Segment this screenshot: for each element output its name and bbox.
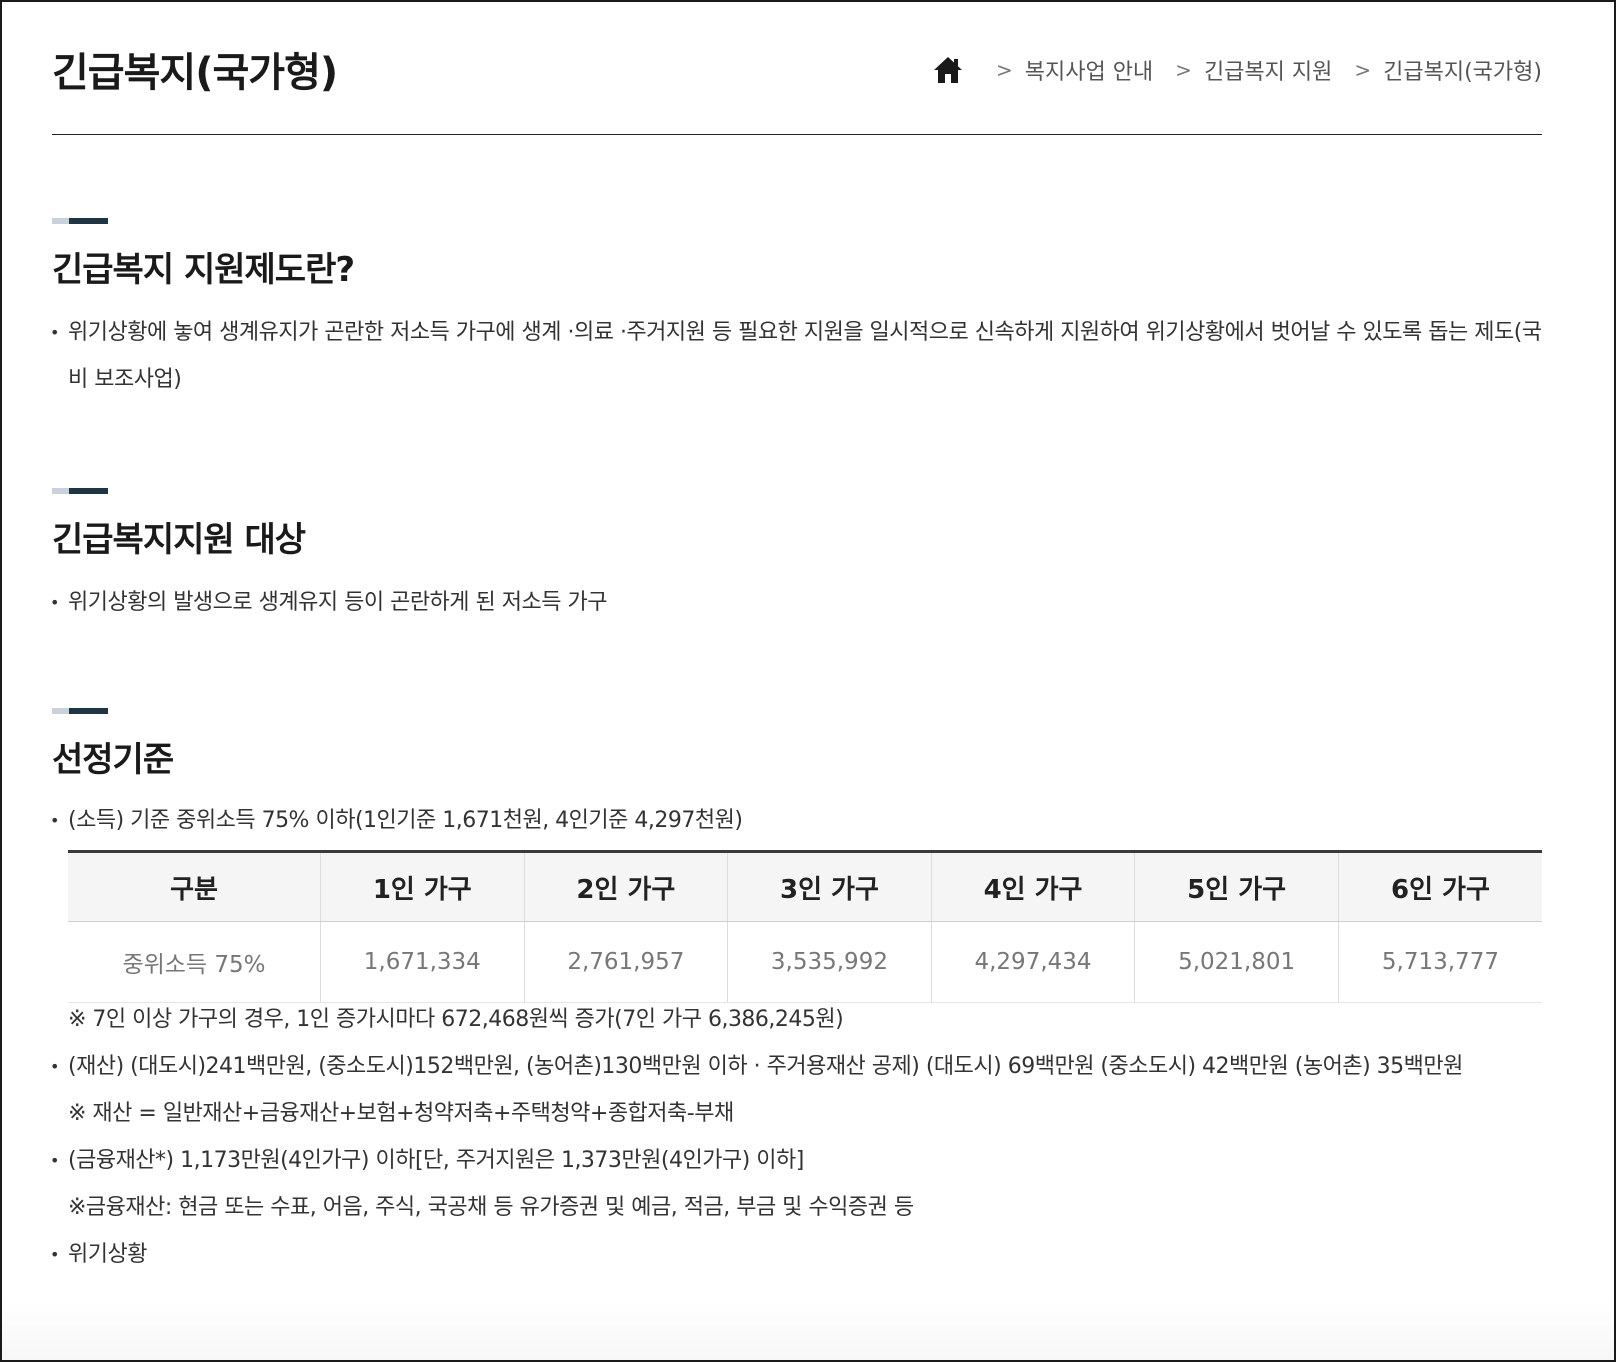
- table-header-cell: 구분: [68, 851, 321, 922]
- section-title: 긴급복지지원 대상: [52, 520, 306, 560]
- breadcrumb: > 복지사업 안내 > 긴급복지 지원 > 긴급복지(국가형): [932, 54, 1542, 86]
- breadcrumb-separator: >: [1175, 58, 1192, 82]
- table-row: 중위소득 75% 1,671,334 2,761,957 3,535,992 4…: [68, 921, 1542, 1003]
- financial-criteria-text: (금융재산*) 1,173만원(4인가구) 이하[단, 주거지원은 1,373만…: [50, 1137, 1542, 1184]
- table-header-cell: 6인 가구: [1338, 851, 1542, 922]
- income-table: 구분 1인 가구 2인 가구 3인 가구 4인 가구 5인 가구 6인 가구 중…: [68, 850, 1542, 1003]
- section-bar: [52, 218, 108, 224]
- page-title: 긴급복지(국가형): [52, 50, 338, 96]
- table-header-cell: 5인 가구: [1134, 851, 1339, 922]
- breadcrumb-item-emergency-support[interactable]: 긴급복지 지원: [1204, 54, 1332, 86]
- table-header-cell: 3인 가구: [727, 851, 932, 922]
- table-cell: 중위소득 75%: [68, 921, 321, 1003]
- bottom-fade: [2, 1300, 1614, 1360]
- property-criteria-text: (재산) (대도시)241백만원, (중소도시)152백만원, (농어촌)130…: [50, 1043, 1542, 1090]
- breadcrumb-separator: >: [1354, 58, 1372, 82]
- criteria-details: ※ 7인 이상 가구의 경우, 1인 증가시마다 672,468원씩 증가(7인…: [50, 996, 1542, 1278]
- section-bar: [52, 708, 108, 714]
- table-header-cell: 4인 가구: [931, 851, 1136, 922]
- table-cell: 4,297,434: [931, 921, 1136, 1003]
- table-cell: 2,761,957: [524, 921, 729, 1003]
- breadcrumb-item-welfare-guide[interactable]: 복지사업 안내: [1025, 54, 1153, 86]
- definition-text: 위기상황에 놓여 생계유지가 곤란한 저소득 가구에 생계 ·의료 ·주거지원 …: [50, 309, 1542, 403]
- table-header-cell: 2인 가구: [524, 851, 729, 922]
- table-header-row: 구분 1인 가구 2인 가구 3인 가구 4인 가구 5인 가구 6인 가구: [68, 851, 1542, 922]
- section-target: 긴급복지지원 대상 위기상황의 발생으로 생계유지 등이 곤란하게 된 저소득 …: [50, 488, 1542, 626]
- section-criteria: 선정기준 (소득) 기준 중위소득 75% 이하(1인기준 1,671천원, 4…: [50, 708, 1542, 844]
- table-cell: 5,021,801: [1134, 921, 1339, 1003]
- table-note: ※ 7인 이상 가구의 경우, 1인 증가시마다 672,468원씩 증가(7인…: [68, 1007, 844, 1032]
- breadcrumb-separator: >: [995, 58, 1013, 82]
- financial-note: ※금융재산: 현금 또는 수표, 어음, 주식, 국공채 등 유가증권 및 예금…: [68, 1195, 914, 1220]
- section-title: 선정기준: [52, 740, 174, 780]
- page-frame: 긴급복지(국가형) > 복지사업 안내 > 긴급복지 지원 > 긴급복지(국가형…: [0, 0, 1616, 1362]
- crisis-criteria-text: 위기상황: [50, 1231, 1542, 1278]
- income-criteria-text: (소득) 기준 중위소득 75% 이하(1인기준 1,671천원, 4인기준 4…: [50, 797, 1542, 844]
- property-note: ※ 재산 = 일반재산+금융재산+보험+청약저축+주택청약+종합저축-부채: [68, 1101, 734, 1126]
- content: 긴급복지(국가형) > 복지사업 안내 > 긴급복지 지원 > 긴급복지(국가형…: [50, 2, 1542, 1278]
- section-title: 긴급복지 지원제도란?: [52, 250, 355, 290]
- breadcrumb-item-current[interactable]: 긴급복지(국가형): [1383, 54, 1542, 86]
- table-header-cell: 1인 가구: [320, 851, 525, 922]
- page-header: 긴급복지(국가형) > 복지사업 안내 > 긴급복지 지원 > 긴급복지(국가형…: [52, 2, 1542, 135]
- section-definition: 긴급복지 지원제도란? 위기상황에 놓여 생계유지가 곤란한 저소득 가구에 생…: [50, 218, 1542, 403]
- table-cell: 5,713,777: [1338, 921, 1542, 1003]
- table-cell: 1,671,334: [320, 921, 525, 1003]
- target-text: 위기상황의 발생으로 생계유지 등이 곤란하게 된 저소득 가구: [50, 579, 1542, 626]
- home-icon[interactable]: [932, 55, 964, 85]
- section-bar: [52, 488, 108, 494]
- table-cell: 3,535,992: [727, 921, 932, 1003]
